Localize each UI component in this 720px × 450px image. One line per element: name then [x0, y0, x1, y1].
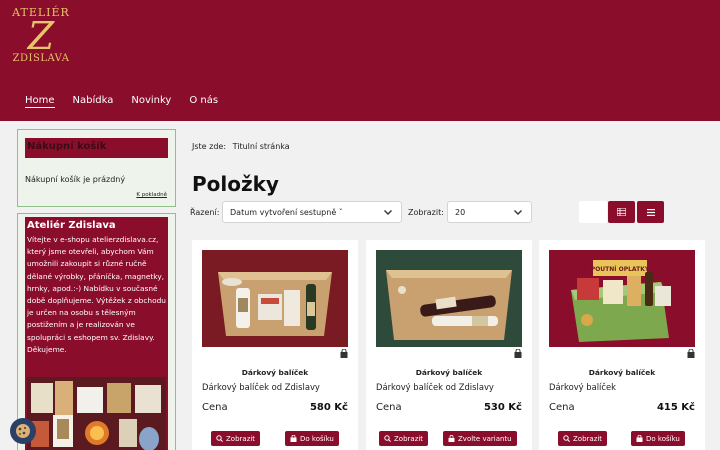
site-header: ATELIÉR Z ZDISLAVA Home Nabídka Novinky …	[0, 0, 720, 121]
main-nav: Home Nabídka Novinky O nás	[25, 95, 218, 108]
product-card: Dárkový balíček Dárkový balíček od Zdisl…	[192, 240, 358, 450]
about-title: Ateliér Zdislava	[27, 220, 116, 231]
about-widget: Ateliér Zdislava Vítejte v e-shopu ateli…	[17, 213, 176, 450]
page-size-select[interactable]: 20	[447, 201, 532, 223]
view-button[interactable]: Zobrazit	[211, 431, 261, 446]
about-panel: Ateliér Zdislava Vítejte v e-shopu ateli…	[25, 217, 168, 450]
product-sign-text: POUTNÍ OPLATKY	[591, 265, 650, 273]
product-card: Dárkový balíček Dárkový balíček od Zdisl…	[366, 240, 532, 450]
list-view-button[interactable]	[637, 201, 664, 223]
sort-value: Datum vytvoření sestupně ˇ	[230, 208, 343, 217]
view-button-label: Zobrazit	[394, 434, 424, 443]
logo-line2: ZDISLAVA	[12, 53, 70, 64]
nav-novinky[interactable]: Novinky	[131, 95, 171, 108]
about-image	[27, 377, 166, 450]
product-name[interactable]: Dárkový balíček	[549, 382, 616, 392]
view-button-label: Zobrazit	[573, 434, 603, 443]
product-category: Dárkový balíček	[415, 368, 483, 377]
nav-nabidka[interactable]: Nabídka	[73, 95, 114, 108]
product-category: Dárkový balíček	[241, 368, 309, 377]
about-text: Vítejte v e-shopu atelierzdislava.cz, kt…	[27, 235, 166, 354]
choose-variant-button[interactable]: Zvolte variantu	[443, 431, 517, 446]
product-image[interactable]: POUTNÍ OPLATKY	[549, 250, 695, 347]
lock-icon	[448, 435, 455, 442]
cookie-settings-button[interactable]	[10, 418, 36, 444]
nav-o-nas[interactable]: O nás	[189, 95, 218, 108]
choose-variant-label: Zvolte variantu	[458, 434, 512, 443]
chevron-down-icon	[384, 210, 392, 215]
breadcrumb-label: Jste zde:	[192, 142, 227, 151]
sort-select[interactable]: Datum vytvoření sestupně ˇ	[222, 201, 402, 223]
shopping-bag-icon	[514, 349, 522, 358]
grid-view-button[interactable]	[608, 201, 635, 223]
cookie-icon	[16, 424, 30, 438]
add-to-cart-button[interactable]: Do košíku	[631, 431, 685, 446]
search-icon	[216, 435, 223, 442]
shopping-bag-icon	[636, 435, 643, 442]
shopping-bag-icon	[340, 349, 348, 358]
product-category: Dárkový balíček	[588, 368, 656, 377]
price-label: Cena	[376, 402, 402, 413]
logo-monogram: Z	[27, 14, 55, 58]
product-price: 580 Kč	[309, 402, 348, 413]
show-label: Zobrazit:	[408, 208, 444, 217]
list-icon	[646, 208, 655, 216]
view-button[interactable]: Zobrazit	[558, 431, 608, 446]
shopping-bag-icon	[687, 349, 695, 358]
chevron-down-icon	[514, 210, 522, 215]
search-icon	[384, 435, 391, 442]
page-title: Položky	[192, 172, 279, 196]
view-button[interactable]: Zobrazit	[379, 431, 429, 446]
cart-widget: Nákupní košík Nákupní košík je prázdný K…	[17, 129, 176, 207]
view-button-label: Zobrazit	[226, 434, 256, 443]
product-price: 415 Kč	[656, 402, 695, 413]
cart-empty-text: Nákupní košík je prázdný	[25, 175, 126, 184]
product-image[interactable]	[202, 250, 348, 347]
search-icon	[563, 435, 570, 442]
view-option-blank[interactable]	[579, 201, 607, 223]
breadcrumb: Jste zde: Titulní stránka	[192, 142, 290, 151]
site-logo[interactable]: ATELIÉR Z ZDISLAVA	[8, 4, 74, 80]
grid-icon	[617, 208, 626, 216]
nav-home[interactable]: Home	[25, 95, 55, 108]
add-to-cart-label: Do košíku	[300, 434, 334, 443]
breadcrumb-home[interactable]: Titulní stránka	[233, 142, 290, 151]
sort-label: Řazení:	[190, 208, 220, 217]
shopping-bag-icon	[290, 435, 297, 442]
add-to-cart-button[interactable]: Do košíku	[285, 431, 339, 446]
product-name[interactable]: Dárkový balíček od Zdislavy	[202, 382, 320, 392]
cart-title: Nákupní košík	[25, 138, 168, 158]
price-label: Cena	[549, 402, 575, 413]
product-image[interactable]	[376, 250, 522, 347]
product-name[interactable]: Dárkový balíček od Zdislavy	[376, 382, 494, 392]
checkout-link[interactable]: K pokladně	[136, 192, 167, 198]
page-size-value: 20	[455, 208, 466, 217]
price-label: Cena	[202, 402, 228, 413]
product-card: POUTNÍ OPLATKY Dárkový balíček Dárkový b…	[539, 240, 705, 450]
add-to-cart-label: Do košíku	[646, 434, 680, 443]
product-price: 530 Kč	[483, 402, 522, 413]
